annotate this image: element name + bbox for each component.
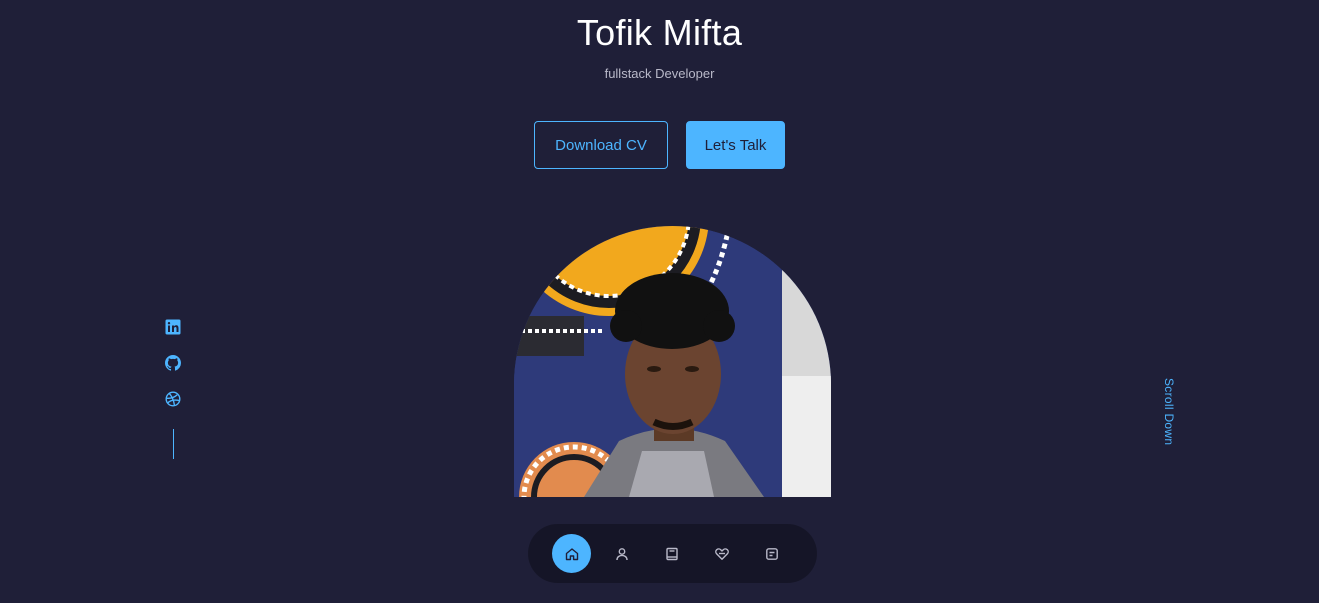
services-icon	[714, 547, 729, 560]
profile-photo	[514, 226, 831, 497]
message-icon	[765, 547, 778, 560]
nav-contact[interactable]	[752, 534, 791, 573]
nav-about[interactable]	[602, 534, 641, 573]
profile-photo-illustration	[514, 226, 831, 497]
portfolio-page: Tofik Mifta fullstack Developer Download…	[0, 0, 1319, 603]
lets-talk-button[interactable]: Let's Talk	[686, 121, 785, 169]
nav-services[interactable]	[702, 534, 741, 573]
download-cv-button[interactable]: Download CV	[534, 121, 668, 169]
linkedin-link[interactable]	[165, 319, 181, 335]
nav-experience[interactable]	[652, 534, 691, 573]
book-icon	[665, 547, 678, 560]
linkedin-icon	[165, 319, 181, 335]
dribbble-icon	[165, 391, 181, 407]
nav-home[interactable]	[552, 534, 591, 573]
user-icon	[615, 547, 628, 560]
social-links	[165, 319, 181, 459]
home-icon	[565, 547, 578, 560]
job-title: fullstack Developer	[604, 66, 715, 81]
scroll-down-link[interactable]: Scroll Down	[1162, 378, 1176, 445]
dribbble-link[interactable]	[165, 391, 181, 407]
bottom-nav	[528, 524, 817, 583]
page-title: Tofik Mifta	[576, 12, 743, 53]
social-divider-line	[172, 429, 174, 459]
github-link[interactable]	[165, 355, 181, 371]
github-icon	[165, 355, 181, 371]
cta-buttons: Download CV Let's Talk	[0, 121, 1319, 169]
